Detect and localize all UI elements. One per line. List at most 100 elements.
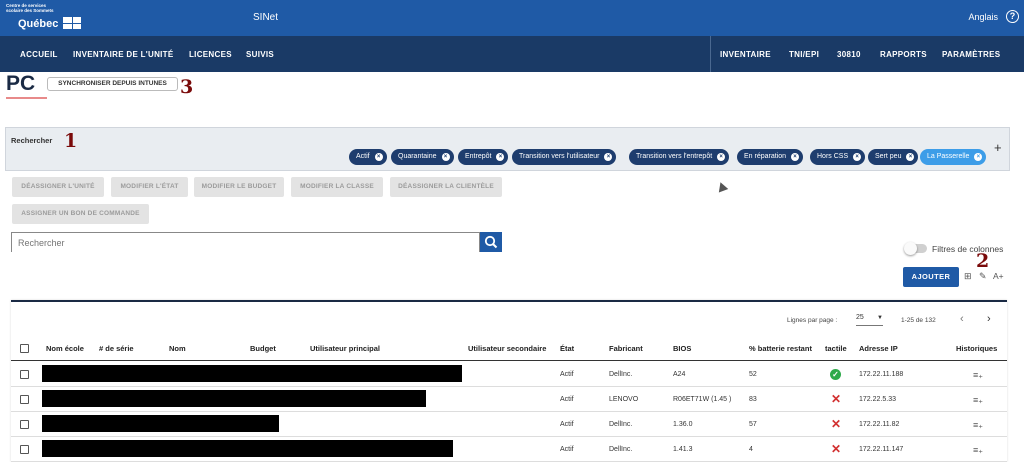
- history-icon[interactable]: ≡₊: [973, 395, 983, 406]
- chip-remove-icon[interactable]: ×: [374, 153, 383, 161]
- excel-export-icon[interactable]: ⊞: [964, 271, 972, 282]
- cell-ip: 172.22.11.188: [859, 371, 904, 378]
- chip-label: Transition vers l'entrepôt: [636, 153, 713, 160]
- chip-remove-icon[interactable]: ×: [906, 153, 915, 161]
- nav-inventaire-unite[interactable]: INVENTAIRE DE L'UNITÉ: [73, 50, 174, 59]
- deassign-unit-button[interactable]: DÉASSIGNER L'UNITÉ: [12, 177, 104, 197]
- modify-state-button[interactable]: MODIFIER L'ÉTAT: [111, 177, 188, 197]
- col-batterie[interactable]: % batterie restant: [749, 344, 812, 353]
- col-adresse-ip[interactable]: Adresse IP: [859, 344, 898, 353]
- col-tactile[interactable]: tactile: [825, 344, 847, 353]
- table-row[interactable]: Actif DellInc. A24 52 ✓ 172.22.11.188 ≡₊: [11, 362, 1007, 387]
- next-page-icon[interactable]: ›: [987, 313, 991, 325]
- chip-label: Quarantaine: [398, 153, 437, 160]
- col-nom-ecole[interactable]: Nom école: [46, 344, 84, 353]
- add-button[interactable]: AJOUTER: [903, 267, 959, 287]
- cell-bios: 1.36.0: [673, 421, 693, 428]
- chip-label: La Passerelle: [927, 153, 970, 160]
- status-chips: Actif × Quarantaine × Entrepôt × Transition…: [6, 149, 1011, 165]
- rows-per-page-select[interactable]: 25 ▼: [856, 314, 883, 326]
- search-icon: [484, 235, 498, 249]
- chip-remove-icon[interactable]: ×: [853, 153, 862, 161]
- chip-remove-icon[interactable]: ×: [496, 153, 505, 161]
- font-size-icon[interactable]: A+: [993, 271, 1004, 281]
- history-icon[interactable]: ≡₊: [973, 445, 983, 456]
- toggle-knob: [904, 242, 917, 255]
- nav-tni-epi[interactable]: TNI/EPI: [789, 50, 819, 59]
- nav-30810[interactable]: 30810: [837, 50, 861, 59]
- cell-fabricant: DellInc.: [609, 371, 633, 378]
- add-filter-icon[interactable]: +: [994, 140, 1002, 155]
- logo-quebec-text: Québec: [18, 18, 59, 30]
- chip-remove-icon[interactable]: ×: [717, 153, 726, 161]
- redacted-block: [42, 440, 453, 457]
- col-bios[interactable]: BIOS: [673, 344, 691, 353]
- col-utilisateur-secondaire[interactable]: Utilisateur secondaire: [468, 344, 546, 353]
- chevron-down-icon: ▼: [877, 315, 883, 321]
- search-input-wrapper: [11, 232, 480, 252]
- chip-transition-entrepot[interactable]: Transition vers l'entrepôt ×: [629, 149, 730, 165]
- nav-inventaire[interactable]: INVENTAIRE: [720, 50, 771, 59]
- nav-divider: [710, 36, 711, 72]
- col-utilisateur-principal[interactable]: Utilisateur principal: [310, 344, 380, 353]
- modify-budget-button[interactable]: MODIFIER LE BUDGET: [194, 177, 284, 197]
- select-all-checkbox[interactable]: [20, 344, 29, 353]
- row-checkbox[interactable]: [20, 395, 29, 404]
- nav-parametres[interactable]: PARAMÈTRES: [942, 50, 1000, 59]
- table-row[interactable]: Actif DellInc. 1.36.0 57 ✕ 172.22.11.82 …: [11, 412, 1007, 437]
- chip-remove-icon[interactable]: ×: [974, 153, 983, 161]
- chip-sert-peu[interactable]: Sert peu ×: [868, 149, 919, 165]
- search-button[interactable]: [480, 232, 502, 252]
- chip-la-passerelle[interactable]: La Passerelle ×: [920, 149, 987, 165]
- row-checkbox[interactable]: [20, 370, 29, 379]
- help-icon[interactable]: ?: [1006, 10, 1019, 23]
- cell-bios: 1.41.3: [673, 446, 693, 453]
- search-input[interactable]: [12, 234, 479, 252]
- history-icon[interactable]: ≡₊: [973, 420, 983, 431]
- chip-remove-icon[interactable]: ×: [604, 153, 613, 161]
- cell-etat: Actif: [560, 371, 574, 378]
- marker-2: 2: [976, 250, 990, 272]
- chip-label: Actif: [356, 153, 370, 160]
- quebec-logo[interactable]: Centre de services scolaire des Sommets …: [6, 3, 86, 33]
- col-historiques[interactable]: Historiques: [956, 344, 997, 353]
- table-row[interactable]: Actif DellInc. 1.41.3 4 ✕ 172.22.11.147 …: [11, 437, 1007, 462]
- nav-licences[interactable]: LICENCES: [189, 50, 232, 59]
- cell-batterie: 57: [749, 421, 757, 428]
- row-checkbox[interactable]: [20, 445, 29, 454]
- chip-remove-icon[interactable]: ×: [791, 153, 800, 161]
- deassign-clientele-button[interactable]: DÉASSIGNER LA CLIENTÈLE: [390, 177, 502, 197]
- modify-class-button[interactable]: MODIFIER LA CLASSE: [291, 177, 383, 197]
- edit-columns-icon[interactable]: ✎: [979, 271, 987, 282]
- col-etat[interactable]: État: [560, 344, 574, 353]
- chip-transition-utilisateur[interactable]: Transition vers l'utilisateur ×: [512, 149, 617, 165]
- header-divider: [11, 360, 1007, 361]
- chip-en-reparation[interactable]: En réparation ×: [737, 149, 804, 165]
- chip-entrepot[interactable]: Entrepôt ×: [458, 149, 509, 165]
- col-fabricant[interactable]: Fabricant: [609, 344, 643, 353]
- nav-rapports[interactable]: RAPPORTS: [880, 50, 927, 59]
- prev-page-icon[interactable]: ‹: [960, 313, 964, 325]
- assign-purchase-order-button[interactable]: ASSIGNER UN BON DE COMMANDE: [12, 204, 149, 224]
- table-row[interactable]: Actif LENOVO R06ET71W (1.45 ) 83 ✕ 172.2…: [11, 387, 1007, 412]
- chip-hors-css[interactable]: Hors CSS ×: [810, 149, 866, 165]
- redacted-block: [42, 390, 426, 407]
- row-checkbox[interactable]: [20, 420, 29, 429]
- rows-per-page-value: 25: [856, 314, 864, 321]
- history-icon[interactable]: ≡₊: [973, 370, 983, 381]
- column-filters-toggle[interactable]: [904, 242, 927, 255]
- redacted-block: [42, 365, 462, 382]
- sync-intunes-button[interactable]: SYNCHRONISER DEPUIS INTUNES: [47, 77, 178, 91]
- cell-etat: Actif: [560, 396, 574, 403]
- cell-bios: R06ET71W (1.45 ): [673, 396, 732, 403]
- nav-accueil[interactable]: ACCUEIL: [20, 50, 58, 59]
- col-nom[interactable]: Nom: [169, 344, 186, 353]
- nav-suivis[interactable]: SUIVIS: [246, 50, 274, 59]
- chip-label: Hors CSS: [817, 153, 849, 160]
- chip-remove-icon[interactable]: ×: [441, 153, 450, 161]
- chip-actif[interactable]: Actif ×: [349, 149, 387, 165]
- col-budget[interactable]: Budget: [250, 344, 276, 353]
- col-numero-serie[interactable]: # de série: [99, 344, 134, 353]
- chip-quarantaine[interactable]: Quarantaine ×: [391, 149, 454, 165]
- language-link[interactable]: Anglais: [968, 12, 998, 22]
